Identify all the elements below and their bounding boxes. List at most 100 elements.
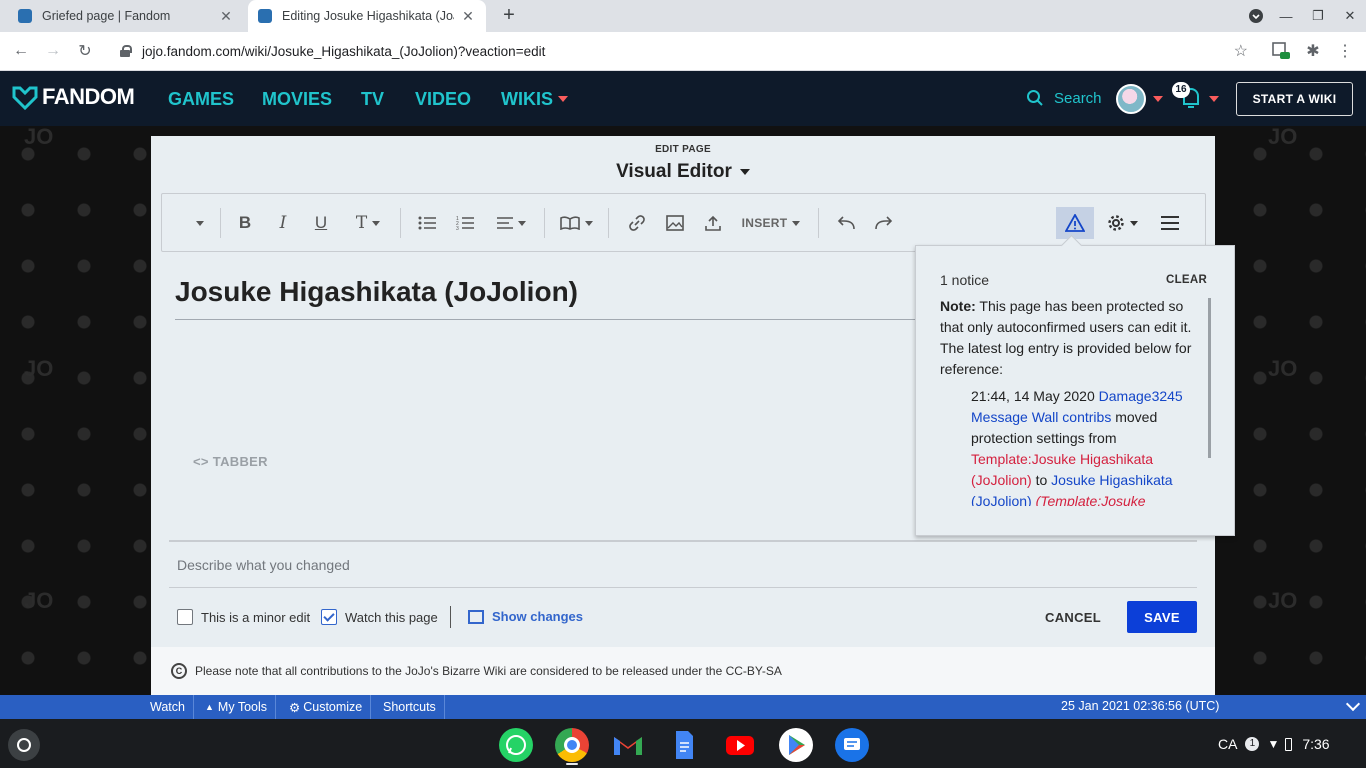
minor-edit-checkbox[interactable] [177,609,193,625]
minimize-icon[interactable]: — [1272,0,1300,32]
page-title[interactable]: Josuke Higashikata (JoJolion) [175,276,578,308]
toolbar-watch[interactable]: Watch [142,695,194,719]
warning-icon [1065,214,1085,232]
editor-mode-switcher[interactable]: Visual Editor [151,161,1215,183]
show-changes-button[interactable]: Show changes [468,609,583,624]
browser-toolbar: ← → ↻ jojo.fandom.com/wiki/Josuke_Higash… [0,32,1366,71]
minor-edit-label: This is a minor edit [201,609,311,625]
align-icon[interactable] [492,207,530,239]
nav-tv[interactable]: TV [361,89,384,110]
save-button[interactable]: SAVE [1127,601,1197,633]
nav-video[interactable]: VIDEO [415,89,471,110]
new-tab-icon[interactable]: + [498,4,520,27]
bold-icon[interactable]: B [232,207,258,239]
forward-icon[interactable]: → [40,38,66,64]
customize-label: Customize [303,700,363,714]
nav-wikis[interactable]: WIKIS [501,89,553,110]
chevron-down-icon[interactable] [1153,96,1163,102]
tab-search-icon[interactable] [1242,0,1270,32]
note-label: Note: [940,298,976,314]
notice-count: 1 notice [940,272,990,288]
toolbar-my-tools[interactable]: ▲ My Tools [197,695,277,719]
whatsapp-icon[interactable] [499,728,533,762]
text-style-icon[interactable]: T [348,207,388,239]
watch-page-option[interactable]: Watch this page [321,609,438,625]
underline-icon[interactable]: U [308,207,334,239]
editor-mode-label: Visual Editor [616,161,732,182]
notification-count-badge: 16 [1172,82,1190,98]
system-tray[interactable]: CA 1 ▼ 7:36 [1218,730,1330,758]
image-icon[interactable] [662,207,688,239]
code-brackets-icon: <> [193,454,209,469]
back-icon[interactable]: ← [8,38,34,64]
contribs-link[interactable]: contribs [1062,409,1111,425]
fandom-logo[interactable]: FANDOM [12,84,135,110]
tabber-label: TABBER [212,454,268,469]
browser-tab-griefed[interactable]: Griefed page | Fandom ✕ [8,0,244,32]
browser-tab-editing[interactable]: Editing Josuke Higashikata (JoJolion) ✕ [248,0,486,32]
browser-tabstrip: Griefed page | Fandom ✕ Editing Josuke H… [0,0,1366,32]
tabber-placeholder[interactable]: <> TABBER [193,454,268,469]
message-wall-link[interactable]: Message Wall [971,409,1058,425]
cancel-button[interactable]: CANCEL [1035,602,1111,632]
insert-menu[interactable]: INSERT [738,207,804,239]
log-user-link[interactable]: Damage3245 [1099,388,1183,404]
play-store-icon[interactable] [779,728,813,762]
user-avatar[interactable] [1116,84,1146,114]
paragraph-format-dropdown[interactable] [184,207,210,239]
chrome-icon[interactable] [555,728,589,762]
tab-title: Griefed page | Fandom [42,9,171,23]
clear-notices-button[interactable]: CLEAR [1166,274,1207,286]
undo-icon[interactable] [832,207,860,239]
numbered-list-icon[interactable]: 123 [452,207,478,239]
cite-book-icon[interactable] [556,207,596,239]
close-window-icon[interactable]: ✕ [1336,0,1364,32]
fandom-favicon-icon [258,9,272,23]
link-icon[interactable] [624,207,650,239]
minor-edit-option[interactable]: This is a minor edit [177,609,310,625]
chevron-up-icon: ▲ [205,702,214,712]
fandom-search[interactable]: Search [1026,89,1102,107]
watch-page-checkbox[interactable] [321,609,337,625]
hamburger-menu-icon[interactable] [1156,207,1184,239]
bookmark-star-icon[interactable]: ☆ [1234,41,1248,61]
log-to-word: to [1035,472,1048,488]
browser-menu-icon[interactable]: ⋮ [1332,38,1358,64]
launcher-icon[interactable] [8,729,40,761]
extensions-puzzle-icon[interactable]: ✱ [1300,38,1326,64]
redo-icon[interactable] [870,207,898,239]
extension-on-icon[interactable] [1268,38,1294,64]
start-a-wiki-button[interactable]: START A WIKI [1236,82,1353,116]
reload-icon[interactable]: ↻ [72,38,98,64]
upload-icon[interactable] [700,207,726,239]
page-notices-button[interactable] [1056,207,1094,239]
summary-placeholder: Describe what you changed [177,556,350,573]
chevron-down-icon[interactable] [1209,96,1219,102]
close-tab-icon[interactable]: ✕ [218,8,234,25]
page-options-gear[interactable] [1102,207,1142,239]
messages-icon[interactable] [835,728,869,762]
notice-scrollbar[interactable] [1208,298,1211,458]
tab-title: Editing Josuke Higashikata (JoJolion) [282,9,454,23]
edit-summary-input[interactable]: Describe what you changed [169,542,1197,588]
toolbar-customize[interactable]: ⚙ Customize [281,695,372,719]
chevron-down-icon [739,168,750,175]
notice-body: Note: This page has been protected so th… [940,296,1208,506]
restore-icon[interactable]: ❐ [1304,0,1332,32]
page-notices-popup: 1 notice CLEAR Note: This page has been … [915,245,1235,536]
nav-games[interactable]: GAMES [168,89,234,110]
address-bar[interactable]: jojo.fandom.com/wiki/Josuke_Higashikata_… [108,36,1256,66]
close-tab-icon[interactable]: ✕ [460,8,476,25]
diff-icon [468,609,484,624]
youtube-icon[interactable] [723,728,757,762]
wiki-toolbar: Watch ▲ My Tools ⚙ Customize Shortcuts 25 … [0,695,1366,719]
docs-icon[interactable] [667,728,701,762]
gmail-icon[interactable] [611,728,645,762]
nav-movies[interactable]: MOVIES [262,89,332,110]
chevron-down-icon[interactable] [1345,696,1361,712]
toolbar-shortcuts[interactable]: Shortcuts [375,695,445,719]
italic-icon[interactable]: I [270,207,296,239]
bullet-list-icon[interactable] [414,207,440,239]
ime-indicator: CA [1218,736,1238,752]
svg-text:3: 3 [456,226,459,230]
